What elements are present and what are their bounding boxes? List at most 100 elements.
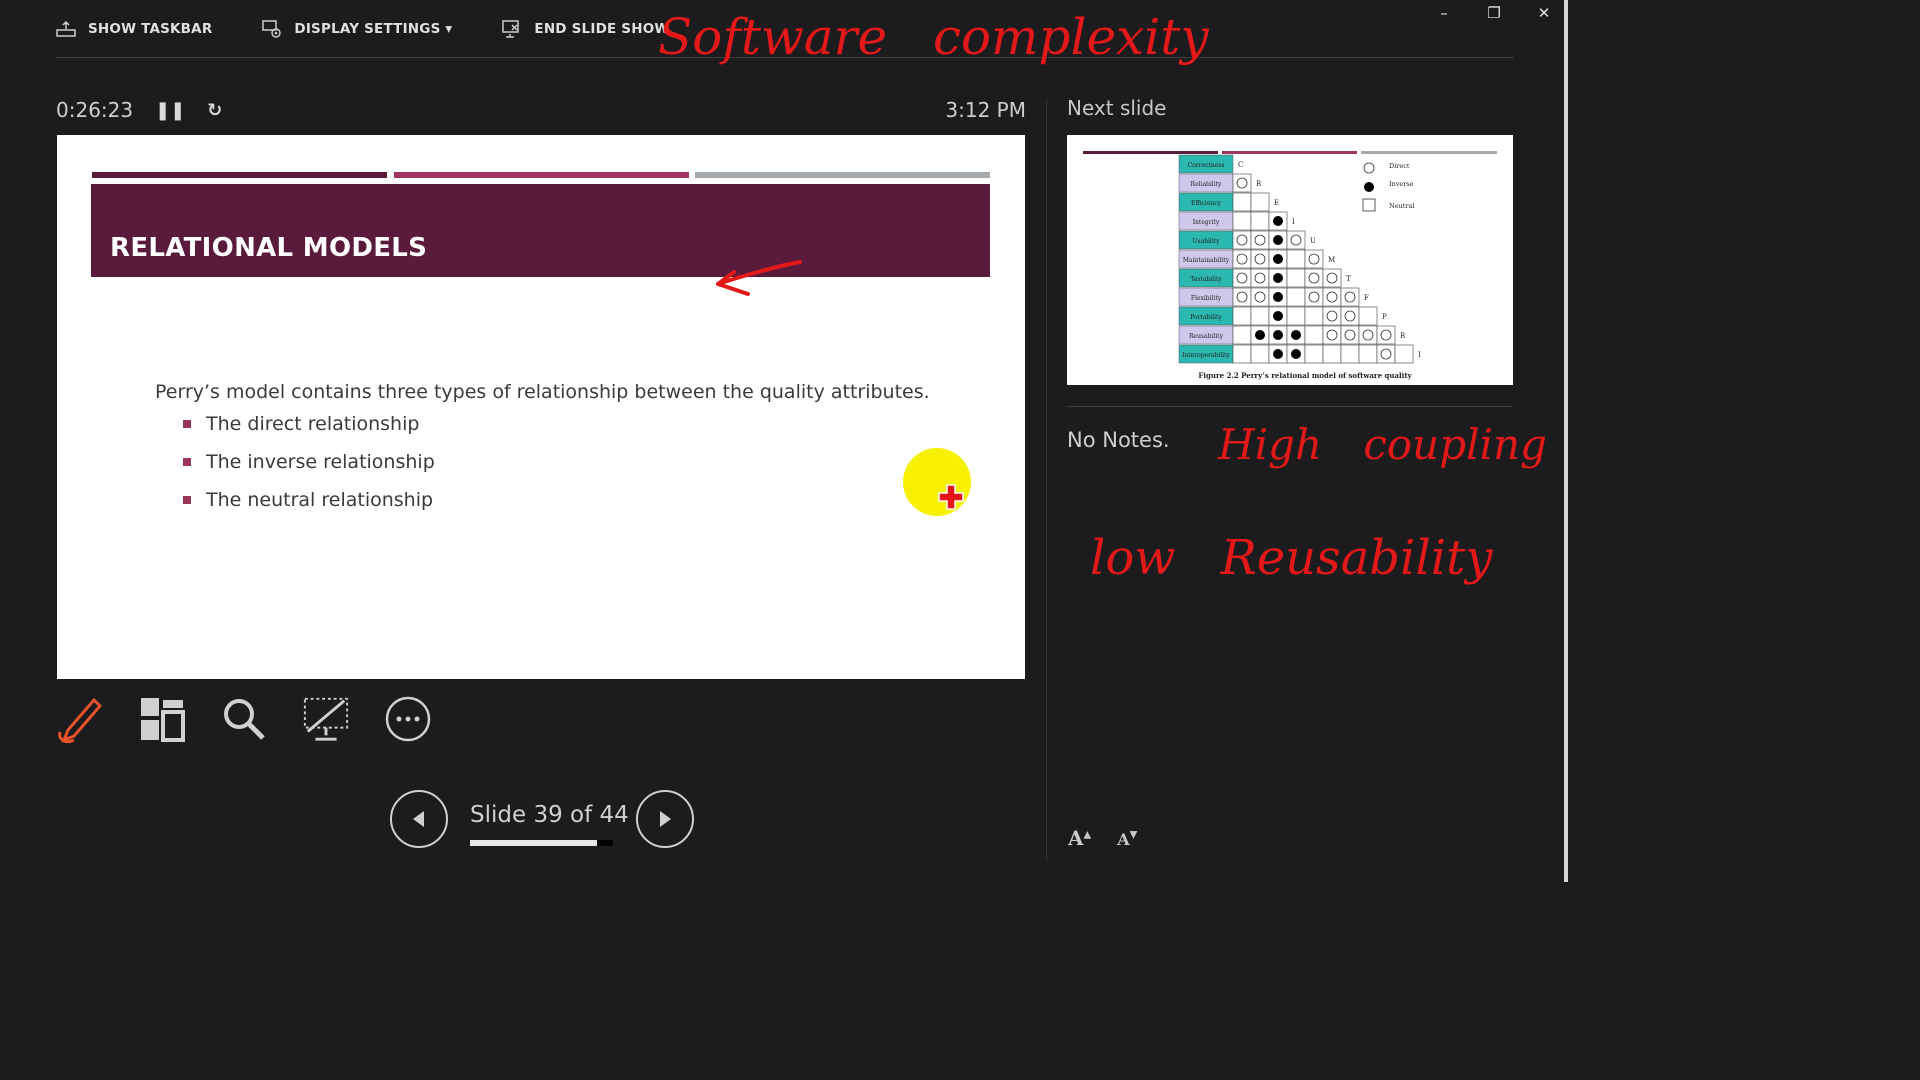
more-options-button[interactable] (384, 693, 432, 745)
decrease-font-button[interactable]: A▼ (1117, 826, 1137, 850)
thumb-direct-marker (1344, 329, 1356, 341)
thumb-matrix-cell (1250, 344, 1270, 364)
accent-bar-mid (394, 172, 689, 178)
thumb-direct-marker (1236, 234, 1248, 246)
notes-font-controls: A▲ A▼ (1068, 826, 1137, 850)
end-slide-show-button[interactable]: END SLIDE SHOW (502, 19, 669, 38)
presenter-tools (56, 693, 432, 745)
thumb-inverse-marker (1273, 330, 1283, 340)
slide-progress-bar (470, 840, 613, 846)
magnifier-icon (224, 699, 265, 740)
thumb-bar-mid (1222, 151, 1357, 154)
screen-slash-icon (303, 697, 349, 741)
see-all-slides-button[interactable] (138, 693, 186, 745)
previous-slide-button[interactable] (390, 790, 448, 848)
grid-icon (141, 698, 185, 742)
thumb-direct-marker (1254, 272, 1266, 284)
thumb-direct-marker (1344, 310, 1356, 322)
thumb-attribute-label: Efficiency (1191, 200, 1222, 207)
thumb-matrix-cell (1232, 306, 1252, 326)
thumb-diagonal-letter: U (1310, 237, 1316, 245)
thumb-matrix-cell (1394, 344, 1414, 364)
thumb-inverse-marker (1273, 254, 1283, 264)
bullet-item: The direct relationship (183, 413, 930, 435)
perry-relational-model-diagram: Correctness C Reliability R Efficiency E Integ… (1083, 151, 1497, 380)
thumb-matrix-cell (1304, 306, 1324, 326)
thumb-attribute-label: Reliability (1191, 181, 1222, 188)
pause-icon[interactable]: ❚❚ (155, 100, 185, 121)
minimize-icon[interactable]: – (1434, 4, 1454, 22)
thumb-legend-label: Inverse (1389, 180, 1414, 188)
thumb-matrix-cell (1250, 306, 1270, 326)
restart-icon[interactable]: ↻ (207, 100, 222, 121)
end-show-icon (502, 19, 520, 38)
show-taskbar-button[interactable]: SHOW TASKBAR (56, 20, 213, 37)
bullet-list: The direct relationship The inverse rela… (155, 413, 930, 511)
thumb-matrix-cell (1250, 211, 1270, 231)
column-divider (1046, 100, 1047, 860)
zoom-button[interactable] (220, 693, 268, 745)
speaker-notes: No Notes. (1067, 428, 1170, 452)
thumb-direct-marker (1326, 291, 1338, 303)
slide-counter[interactable]: Slide 39 of 44 (470, 802, 629, 828)
window-controls: – ❐ ✕ (1434, 4, 1554, 22)
thumb-matrix-cell (1286, 268, 1306, 288)
thumb-direct-marker (1326, 329, 1338, 341)
thumb-inverse-marker (1291, 330, 1301, 340)
thumb-diagonal-letter: C (1238, 161, 1243, 169)
thumb-diagonal-letter: F (1364, 294, 1369, 302)
increase-font-button[interactable]: A▲ (1068, 826, 1091, 850)
restore-icon[interactable]: ❐ (1484, 4, 1504, 22)
thumb-direct-marker (1362, 329, 1374, 341)
thumb-inverse-marker (1255, 330, 1265, 340)
bullet-square-icon (183, 496, 191, 504)
thumb-attribute-label: Integrity (1193, 219, 1220, 226)
close-icon[interactable]: ✕ (1534, 4, 1554, 22)
next-slide-thumbnail[interactable]: Correctness C Reliability R Efficiency E Integ… (1067, 135, 1513, 385)
thumb-direct-marker (1344, 291, 1356, 303)
thumb-matrix-cell (1232, 325, 1252, 345)
next-slide-button[interactable] (636, 790, 694, 848)
slide-title: RELATIONAL MODELS (110, 233, 428, 263)
clock: 3:12 PM (945, 98, 1026, 122)
thumb-diagonal-letter: E (1274, 199, 1279, 207)
thumb-attribute-label: Usability (1192, 238, 1220, 245)
timer-row: 0:26:23 ❚❚ ↻ 3:12 PM (56, 95, 1026, 125)
thumb-legend-neutral-icon (1362, 198, 1376, 212)
thumb-matrix-cell (1286, 249, 1306, 269)
thumb-inverse-marker (1273, 235, 1283, 245)
thumb-legend-inverse-icon (1364, 182, 1374, 192)
thumb-diagonal-letter: P (1382, 313, 1387, 321)
thumb-attribute-label: Flexibility (1191, 295, 1222, 302)
thumb-direct-marker (1254, 291, 1266, 303)
current-slide[interactable]: RELATIONAL MODELS Perry’s model contains… (57, 135, 1025, 679)
accent-bar-grey (695, 172, 990, 178)
thumb-matrix-cell (1304, 344, 1324, 364)
thumb-matrix-cell (1232, 192, 1252, 212)
triangle-left-icon (413, 811, 424, 827)
show-taskbar-label: SHOW TASKBAR (88, 20, 213, 37)
thumb-direct-marker (1380, 348, 1392, 360)
thumb-diagonal-letter: I (1418, 351, 1421, 359)
thumb-direct-marker (1308, 253, 1320, 265)
bullet-square-icon (183, 458, 191, 466)
slide-navigation: Slide 39 of 44 (388, 790, 696, 850)
thumb-legend-direct-icon (1363, 162, 1375, 174)
thumb-diagonal-letter: T (1346, 275, 1351, 283)
black-screen-button[interactable] (302, 693, 350, 745)
pen-icon (58, 697, 103, 744)
pen-tool-button[interactable] (56, 693, 104, 745)
thumb-attribute-label: Reusability (1189, 333, 1224, 340)
elapsed-timer: 0:26:23 (56, 98, 134, 122)
display-settings-button[interactable]: DISPLAY SETTINGS ▾ (262, 19, 452, 38)
thumb-diagonal-letter: R (1256, 180, 1262, 188)
thumb-direct-marker (1254, 253, 1266, 265)
thumb-matrix-cell (1286, 306, 1306, 326)
thumb-direct-marker (1290, 234, 1302, 246)
thumb-direct-marker (1380, 329, 1392, 341)
thumb-matrix-cell (1304, 325, 1324, 345)
slide-body: Perry’s model contains three types of re… (155, 381, 930, 527)
thumb-direct-marker (1236, 253, 1248, 265)
thumb-matrix-cell (1232, 211, 1252, 231)
slide-progress-fill (470, 840, 597, 846)
